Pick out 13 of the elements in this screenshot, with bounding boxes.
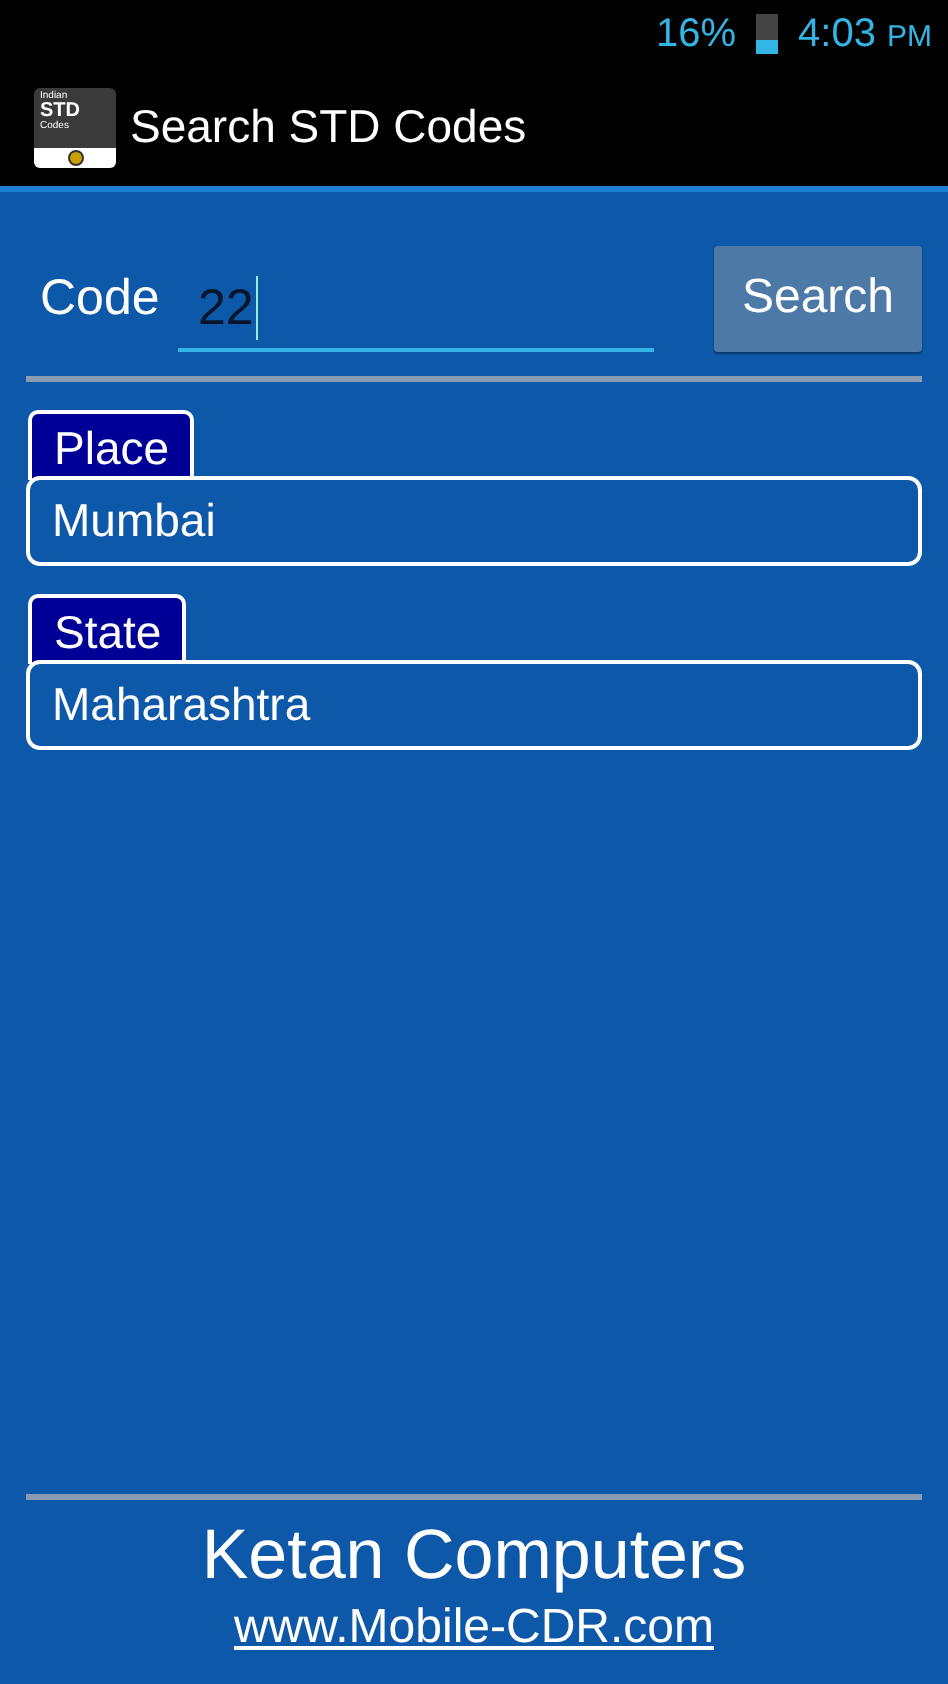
battery-icon [756,14,779,54]
code-label: Code [40,269,162,327]
battery-percent: 16% [655,11,737,57]
website-link[interactable]: www.Mobile-CDR.com [233,1600,715,1656]
clock: 4:03 PM [798,11,932,57]
app-title: Search STD Codes [130,100,527,154]
field-label: State [28,594,186,664]
company-name: Ketan Computers [199,1516,749,1596]
search-button[interactable]: Search [714,245,922,351]
field-label: Place [28,410,194,480]
result-field: Maharashtra [26,660,922,750]
result-field: Mumbai [26,476,922,566]
code-input-field[interactable]: 22 [178,268,654,352]
